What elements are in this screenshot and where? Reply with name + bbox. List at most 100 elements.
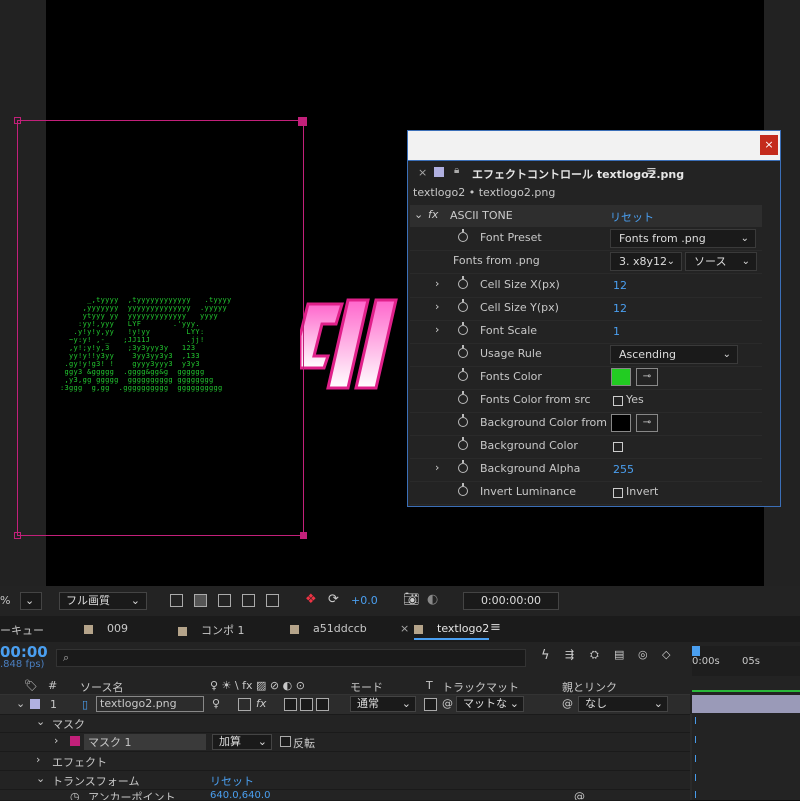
- bg-alpha-value[interactable]: 255: [613, 463, 634, 476]
- expression-pickwhip-icon[interactable]: @: [574, 790, 585, 800]
- search-input[interactable]: ⌕: [56, 649, 526, 667]
- stopwatch-icon[interactable]: [458, 368, 468, 381]
- bbox-handle-br[interactable]: [300, 532, 307, 539]
- cell-size-y-value[interactable]: 12: [613, 302, 627, 315]
- color-channels-icon[interactable]: ❖: [305, 592, 317, 607]
- layer-name[interactable]: textlogo2.png: [96, 696, 204, 712]
- switch-box-icon[interactable]: [300, 698, 313, 711]
- stopwatch-icon[interactable]: [458, 322, 468, 335]
- tab-009[interactable]: 009: [84, 622, 128, 635]
- color-management-icon[interactable]: ⟳: [328, 592, 339, 607]
- anchor-point-value[interactable]: 640.0,640.0: [210, 790, 270, 800]
- chevron-right-icon[interactable]: ›: [435, 300, 439, 313]
- chevron-down-icon[interactable]: ⌄: [414, 208, 423, 221]
- layer-row[interactable]: ⌄ 1 ▯ textlogo2.png ♀ fx 通常 ⌄ @ マットな ⌄ @ な…: [0, 695, 690, 715]
- fonts-color-from-src-checkbox[interactable]: [613, 396, 623, 406]
- fonts-color-swatch[interactable]: [611, 368, 631, 386]
- frame-blending-icon[interactable]: ▤: [614, 648, 624, 661]
- eyedropper-icon[interactable]: ⊸: [636, 368, 658, 386]
- hamburger-icon[interactable]: ≡: [646, 164, 657, 179]
- stopwatch-icon[interactable]: [458, 299, 468, 312]
- chevron-down-icon[interactable]: ⌄: [36, 772, 45, 785]
- quality-switch-icon[interactable]: [238, 698, 251, 711]
- font-file-dropdown[interactable]: 3. x8y12 ⌄: [610, 252, 682, 271]
- layer-duration-bar[interactable]: [692, 695, 800, 713]
- stopwatch-icon[interactable]: [458, 391, 468, 404]
- parent-pickwhip-icon[interactable]: @: [562, 697, 573, 710]
- close-tab-icon[interactable]: ×: [400, 622, 409, 635]
- tab-render-queue[interactable]: ーキュー: [0, 622, 44, 638]
- chevron-right-icon[interactable]: ›: [36, 753, 40, 766]
- exposure-value[interactable]: +0.0: [351, 594, 378, 607]
- fx-switch-icon[interactable]: fx: [256, 697, 266, 710]
- matte-pickwhip-icon[interactable]: @: [442, 697, 453, 710]
- stopwatch-icon[interactable]: [458, 414, 468, 427]
- font-scale-value[interactable]: 1: [613, 325, 620, 338]
- invert-checkbox[interactable]: [613, 488, 623, 498]
- stopwatch-icon[interactable]: [458, 276, 468, 289]
- hamburger-icon[interactable]: ≡: [490, 620, 501, 635]
- layer-bounding-box[interactable]: [14, 117, 307, 539]
- stopwatch-icon[interactable]: [458, 229, 468, 242]
- anchor-point-row[interactable]: ◷ アンカーポイント 640.0,640.0 @: [0, 790, 690, 801]
- fx-icon[interactable]: fx: [428, 208, 438, 221]
- playhead-icon[interactable]: [692, 646, 700, 656]
- stopwatch-icon[interactable]: [458, 345, 468, 358]
- mask-color-swatch[interactable]: [70, 736, 80, 746]
- chevron-down-icon[interactable]: ⌄: [16, 697, 25, 710]
- preserve-transparency-checkbox[interactable]: [424, 698, 437, 711]
- blend-mode-dropdown[interactable]: 通常 ⌄: [350, 696, 416, 712]
- time-ruler[interactable]: 0:00s 05s: [692, 646, 800, 676]
- layer-label-color[interactable]: [30, 699, 40, 709]
- eyedropper-icon[interactable]: ⊸: [636, 414, 658, 432]
- work-area-bar[interactable]: [692, 690, 800, 692]
- stopwatch-icon[interactable]: [458, 460, 468, 473]
- stopwatch-icon[interactable]: [458, 437, 468, 450]
- tab-comp1[interactable]: コンポ 1: [178, 622, 245, 638]
- switch-box-icon[interactable]: [316, 698, 329, 711]
- region-of-interest-icon[interactable]: [242, 594, 255, 607]
- chevron-right-icon[interactable]: ›: [435, 323, 439, 336]
- lock-icon[interactable]: 🔒︎: [454, 165, 459, 176]
- resolution-dropdown[interactable]: フル画質 ⌄: [59, 592, 147, 610]
- bg-color-swatch[interactable]: [611, 414, 631, 432]
- stopwatch-icon[interactable]: ◷: [70, 790, 80, 800]
- tab-a51ddccb[interactable]: a51ddccb: [290, 622, 367, 635]
- draft-3d-icon[interactable]: ϟ: [541, 648, 550, 663]
- bbox-handle-bl[interactable]: [14, 532, 21, 539]
- chevron-right-icon[interactable]: ›: [435, 277, 439, 290]
- cell-size-x-value[interactable]: 12: [613, 279, 627, 292]
- transform-row[interactable]: ⌄ トランスフォーム リセット: [0, 771, 690, 790]
- motion-blur-icon[interactable]: ◎: [638, 648, 648, 661]
- effect-header-row[interactable]: ⌄ fx ASCII TONE リセット: [410, 205, 762, 227]
- mask-visibility-icon[interactable]: [218, 594, 231, 607]
- reset-link[interactable]: リセット: [610, 209, 654, 225]
- panel-titlebar[interactable]: ×: [408, 131, 780, 160]
- mask-invert-checkbox[interactable]: [280, 736, 291, 747]
- composition-flowchart-icon[interactable]: ⇶: [565, 648, 574, 661]
- font-preset-dropdown[interactable]: Fonts from .png ⌄: [610, 229, 756, 248]
- timecode-field[interactable]: 0:00:00:00: [463, 592, 559, 610]
- source-dropdown[interactable]: ソース ⌄: [685, 252, 757, 271]
- mask1-row[interactable]: › マスク 1 加算 ⌄ 反転: [0, 733, 690, 752]
- mask1-label[interactable]: マスク 1: [84, 734, 206, 750]
- transparency-grid-icon[interactable]: [194, 594, 207, 607]
- shy-switch-icon[interactable]: ♀: [212, 697, 220, 710]
- chevron-right-icon[interactable]: ›: [435, 461, 439, 474]
- parent-dropdown[interactable]: なし ⌄: [578, 696, 668, 712]
- mask-group-row[interactable]: ⌄ マスク: [0, 714, 690, 733]
- col-source-name[interactable]: ソース名: [80, 679, 123, 695]
- track-matte-dropdown[interactable]: マットな ⌄: [456, 696, 524, 712]
- chevron-down-icon[interactable]: ⌄: [36, 715, 45, 728]
- stopwatch-icon[interactable]: [458, 483, 468, 496]
- show-snapshot-icon[interactable]: ◐: [427, 592, 438, 607]
- graph-editor-icon[interactable]: ◇: [662, 648, 670, 661]
- close-tab-icon[interactable]: ×: [418, 166, 427, 179]
- bbox-handle-tl[interactable]: [14, 117, 21, 124]
- transform-reset-link[interactable]: リセット: [210, 773, 254, 789]
- mask-mode-dropdown[interactable]: 加算 ⌄: [212, 734, 272, 750]
- bg-color-checkbox[interactable]: [613, 442, 623, 452]
- effects-row[interactable]: › エフェクト: [0, 752, 690, 771]
- usage-rule-dropdown[interactable]: Ascending ⌄: [610, 345, 738, 364]
- guides-icon[interactable]: [266, 594, 279, 607]
